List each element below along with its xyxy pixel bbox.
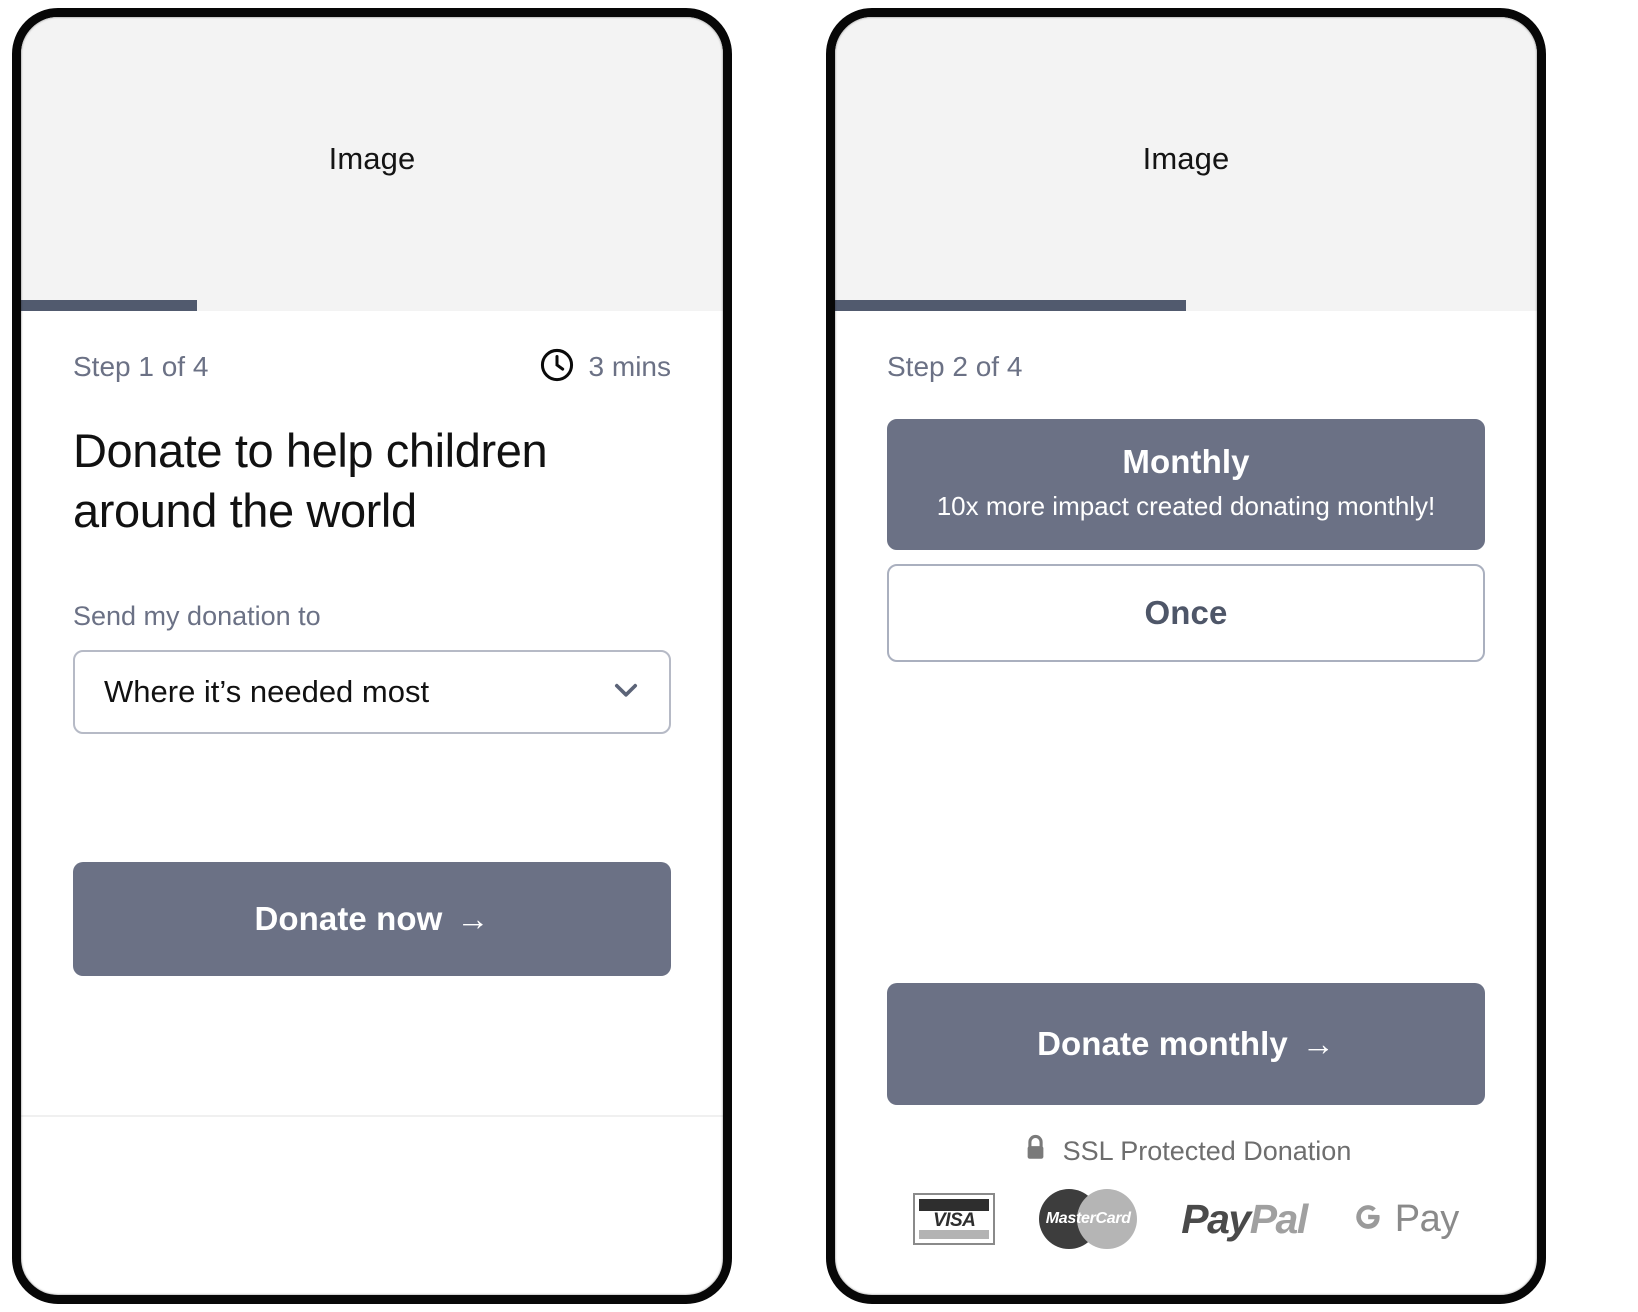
step-header-row-2: Step 2 of 4 bbox=[887, 347, 1485, 387]
payment-methods-row: VISA MasterCard PayPal Pay bbox=[913, 1189, 1459, 1295]
time-estimate: 3 mins bbox=[538, 346, 671, 389]
step-indicator-label: Step 1 of 4 bbox=[73, 351, 209, 382]
donate-now-label: Donate now bbox=[254, 900, 443, 938]
paypal-label-part2: Pal bbox=[1249, 1195, 1309, 1242]
time-estimate-label: 3 mins bbox=[588, 351, 671, 382]
hero-image-label: Image bbox=[328, 140, 416, 176]
progress-bar-track bbox=[21, 300, 723, 311]
gpay-label: Pay bbox=[1394, 1197, 1459, 1240]
footer-divider bbox=[21, 1115, 723, 1117]
phone-mockup-step-2: Image Step 2 of 4 Monthly 10x more impac… bbox=[826, 8, 1546, 1304]
progress-bar-track-2 bbox=[835, 300, 1537, 311]
designation-field-label: Send my donation to bbox=[73, 601, 321, 632]
progress-bar-fill bbox=[21, 300, 197, 311]
page-title: Donate to help children around the world bbox=[73, 424, 548, 538]
clock-icon bbox=[538, 346, 576, 389]
designation-select[interactable]: Where it’s needed most bbox=[73, 650, 671, 735]
step-indicator-label-2: Step 2 of 4 bbox=[887, 351, 1023, 382]
visa-logo: VISA bbox=[913, 1193, 996, 1245]
frequency-option-monthly[interactable]: Monthly 10x more impact created donating… bbox=[887, 419, 1485, 550]
visa-label: VISA bbox=[933, 1210, 976, 1231]
phone-mockup-step-1: Image Step 1 of 4 3 mins Donate to help … bbox=[12, 8, 732, 1304]
lock-icon bbox=[1021, 1133, 1050, 1169]
paypal-label-part1: Pay bbox=[1181, 1195, 1251, 1242]
step-header-row: Step 1 of 4 3 mins bbox=[73, 347, 671, 387]
arrow-right-icon: → bbox=[456, 900, 490, 938]
progress-bar-fill-2 bbox=[835, 300, 1186, 311]
frequency-option-once-title: Once bbox=[1144, 594, 1228, 631]
paypal-logo: PayPal bbox=[1181, 1195, 1309, 1243]
frequency-option-once[interactable]: Once bbox=[887, 564, 1485, 662]
ssl-badge: SSL Protected Donation bbox=[1021, 1133, 1352, 1169]
google-g-icon bbox=[1351, 1200, 1385, 1239]
ssl-label: SSL Protected Donation bbox=[1062, 1135, 1352, 1166]
hero-image-placeholder-2: Image bbox=[835, 17, 1537, 300]
step-2-content: Step 2 of 4 Monthly 10x more impact crea… bbox=[835, 311, 1537, 1295]
gpay-logo: Pay bbox=[1351, 1198, 1459, 1241]
screenshot-canvas: Image Step 1 of 4 3 mins Donate to help … bbox=[0, 0, 1638, 1312]
designation-select-value: Where it’s needed most bbox=[104, 674, 430, 710]
trust-footer: SSL Protected Donation VISA MasterCard P… bbox=[887, 1105, 1485, 1295]
frequency-option-monthly-title: Monthly bbox=[1122, 443, 1250, 480]
layout-spacer bbox=[887, 662, 1485, 983]
step-1-content: Step 1 of 4 3 mins Donate to help childr… bbox=[21, 311, 723, 1295]
hero-image-label-2: Image bbox=[1142, 140, 1230, 176]
visa-bottom-bar bbox=[919, 1230, 990, 1239]
frequency-option-monthly-subtitle: 10x more impact created donating monthly… bbox=[936, 491, 1436, 521]
mastercard-logo: MasterCard bbox=[1039, 1189, 1138, 1249]
frequency-option-list: Monthly 10x more impact created donating… bbox=[887, 419, 1485, 662]
hero-image-placeholder: Image bbox=[21, 17, 723, 300]
donate-monthly-button[interactable]: Donate monthly → bbox=[887, 983, 1485, 1105]
mastercard-label: MasterCard bbox=[1045, 1210, 1131, 1227]
donate-now-button[interactable]: Donate now → bbox=[73, 862, 671, 977]
donate-monthly-label: Donate monthly bbox=[1037, 1025, 1288, 1062]
arrow-right-icon-2: → bbox=[1301, 1025, 1335, 1062]
chevron-down-icon bbox=[609, 673, 643, 712]
